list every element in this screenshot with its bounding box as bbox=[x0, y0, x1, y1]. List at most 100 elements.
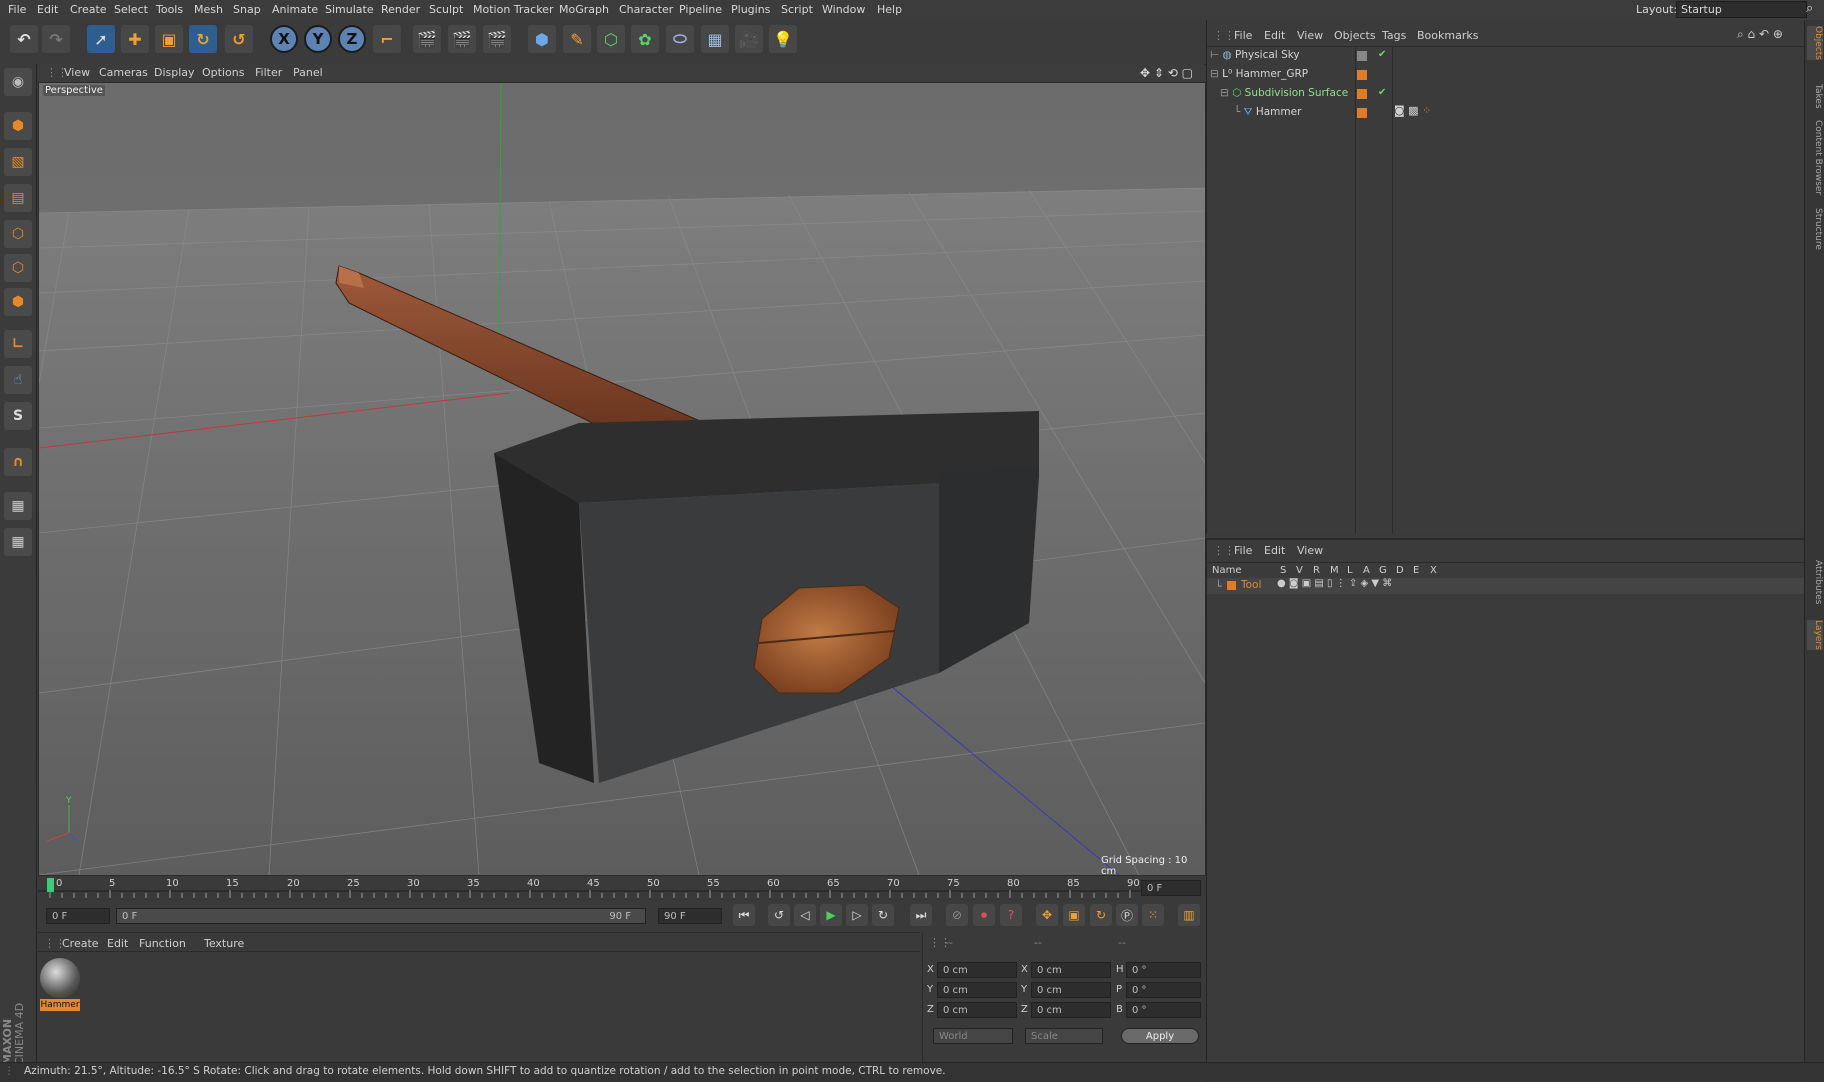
menu-sculpt[interactable]: Sculpt bbox=[429, 3, 463, 16]
tab-content-browser[interactable]: Content Browser bbox=[1807, 120, 1823, 195]
objmgr-menu-file[interactable]: File bbox=[1234, 29, 1252, 42]
objmgr-search-icon[interactable]: ⌕ ⌂ ↶ ⊕ bbox=[1737, 27, 1783, 42]
floor-icon[interactable]: ▦ bbox=[701, 25, 729, 53]
menu-mograph[interactable]: MoGraph bbox=[559, 3, 609, 16]
layer-row-tool[interactable]: └ Tool ● ◙ ▣ ▤ ▯ ⋮ ⇪ ◈ ▼ ⌘ bbox=[1207, 578, 1805, 594]
layout-select[interactable]: Startup bbox=[1676, 1, 1807, 18]
next-key-icon[interactable]: ↻ bbox=[872, 904, 894, 926]
cube-icon[interactable]: ⬢ bbox=[528, 25, 556, 53]
tab-objects[interactable]: Objects bbox=[1807, 26, 1823, 61]
axis-z-button[interactable]: Z bbox=[338, 25, 366, 53]
menu-select[interactable]: Select bbox=[114, 3, 148, 16]
timeline-ruler[interactable]: 0 5 10 15 20 25 30 35 40 45 50 55 60 65 … bbox=[38, 876, 1204, 900]
viewport-menu-filter[interactable]: Filter bbox=[255, 66, 282, 79]
visibility-check-icon[interactable]: ✔ bbox=[1378, 87, 1386, 98]
previous-key-icon[interactable]: ↺ bbox=[768, 904, 790, 926]
camera-icon[interactable]: 🎥 bbox=[735, 25, 763, 53]
magnet-icon[interactable]: ∩ bbox=[4, 448, 32, 476]
light-icon[interactable]: 💡 bbox=[769, 25, 797, 53]
layer-toggle-icons[interactable]: ● ◙ ▣ ▤ ▯ ⋮ ⇪ ◈ ▼ ⌘ bbox=[1277, 578, 1392, 589]
menu-help[interactable]: Help bbox=[877, 3, 902, 16]
subdivision-surface-icon[interactable]: ⬡ bbox=[597, 25, 625, 53]
viewport-menu-display[interactable]: Display bbox=[154, 66, 195, 79]
search-icon[interactable]: ⌕ bbox=[1806, 1, 1813, 16]
menu-file[interactable]: File bbox=[8, 3, 26, 16]
object-row-physical-sky[interactable]: ⊢ ◍ Physical Sky bbox=[1210, 49, 1300, 65]
coord-pos-z-field[interactable]: 0 cm bbox=[937, 1002, 1017, 1018]
apply-button[interactable]: Apply bbox=[1121, 1028, 1199, 1044]
go-to-start-icon[interactable]: ⏮ bbox=[733, 904, 755, 926]
key-rotation-icon[interactable]: ↻ bbox=[1090, 904, 1112, 926]
viewport-menu-view[interactable]: View bbox=[64, 66, 90, 79]
object-row-subdivision-surface[interactable]: ⊟ ⬡ Subdivision Surface bbox=[1220, 87, 1348, 103]
snap-icon[interactable]: S bbox=[4, 402, 32, 430]
tab-attributes[interactable]: Attributes bbox=[1807, 560, 1823, 604]
go-to-end-icon[interactable]: ⏭ bbox=[910, 904, 932, 926]
layer-swatch-hammer[interactable] bbox=[1357, 108, 1367, 118]
layer-swatch-sky[interactable] bbox=[1357, 51, 1367, 61]
viewport-menu-options[interactable]: Options bbox=[202, 66, 244, 79]
axis-x-button[interactable]: X bbox=[270, 25, 298, 53]
autokey-icon[interactable]: ⏺ bbox=[973, 904, 995, 926]
tab-takes[interactable]: Takes bbox=[1807, 84, 1823, 109]
menu-window[interactable]: Window bbox=[822, 3, 865, 16]
menu-render[interactable]: Render bbox=[381, 3, 420, 16]
material-menu-edit[interactable]: Edit bbox=[107, 937, 128, 950]
object-row-hammer[interactable]: └ ⛛ Hammer bbox=[1234, 106, 1301, 122]
workplane-lock-icon[interactable]: ▦ bbox=[4, 492, 32, 520]
material-menu-texture[interactable]: Texture bbox=[204, 937, 244, 950]
render-picture-viewer-icon[interactable]: 🎬 bbox=[448, 25, 476, 53]
visibility-check-icon[interactable]: ✔ bbox=[1378, 49, 1386, 60]
cloner-icon[interactable]: ✿ bbox=[631, 25, 659, 53]
axis-mode-icon[interactable]: ∟ bbox=[4, 330, 32, 358]
current-frame-field[interactable]: 0 F bbox=[1141, 880, 1201, 896]
recent-tool-icon[interactable]: ↺ bbox=[225, 25, 253, 53]
coord-pos-y-field[interactable]: 0 cm bbox=[937, 982, 1017, 998]
edges-mode-icon[interactable]: ⬡ bbox=[4, 254, 32, 282]
end-frame-field[interactable]: 90 F bbox=[658, 908, 722, 924]
planar-workplane-icon[interactable]: ▦ bbox=[4, 528, 32, 556]
objmgr-menu-view[interactable]: View bbox=[1297, 29, 1323, 42]
material-menu-function[interactable]: Function bbox=[139, 937, 186, 950]
axis-y-button[interactable]: Y bbox=[304, 25, 332, 53]
layer-color-swatch[interactable] bbox=[1227, 581, 1236, 590]
coord-size-y-field[interactable]: 0 cm bbox=[1031, 982, 1111, 998]
layermgr-menu-edit[interactable]: Edit bbox=[1264, 544, 1285, 557]
model-mode-icon[interactable]: ⬢ bbox=[4, 112, 32, 140]
redo-icon[interactable]: ↷ bbox=[42, 25, 70, 53]
layermgr-menu-view[interactable]: View bbox=[1297, 544, 1323, 557]
material-menu-create[interactable]: Create bbox=[62, 937, 99, 950]
key-position-icon[interactable]: ✥ bbox=[1036, 904, 1058, 926]
menu-simulate[interactable]: Simulate bbox=[325, 3, 374, 16]
objmgr-menu-bookmarks[interactable]: Bookmarks bbox=[1417, 29, 1478, 42]
frame-range-slider[interactable]: 0 F 90 F bbox=[116, 908, 646, 924]
menu-tools[interactable]: Tools bbox=[156, 3, 183, 16]
layer-name[interactable]: Tool bbox=[1241, 579, 1261, 591]
undo-icon[interactable]: ↶ bbox=[10, 25, 38, 53]
coord-size-z-field[interactable]: 0 cm bbox=[1031, 1002, 1111, 1018]
workplane-icon[interactable]: ▤ bbox=[4, 184, 32, 212]
move-tool-icon[interactable]: ✚ bbox=[121, 25, 149, 53]
viewport-nav-icons[interactable]: ✥ ⇕ ⟲ ▢ bbox=[1140, 66, 1193, 80]
coord-rot-b-field[interactable]: 0 ° bbox=[1126, 1002, 1201, 1018]
menu-animate[interactable]: Animate bbox=[272, 3, 318, 16]
coord-world-select[interactable]: World bbox=[933, 1028, 1013, 1044]
menu-motion-tracker[interactable]: Motion Tracker bbox=[473, 3, 553, 16]
key-scale-icon[interactable]: ▣ bbox=[1063, 904, 1085, 926]
scale-tool-icon[interactable]: ▣ bbox=[155, 25, 183, 53]
material-tag-icon[interactable]: ◙ ▩ ⁘ bbox=[1394, 104, 1431, 117]
record-keys-icon[interactable]: ⊘ bbox=[946, 904, 968, 926]
coord-rot-h-field[interactable]: 0 ° bbox=[1126, 962, 1201, 978]
render-view-icon[interactable]: 🎬 bbox=[413, 25, 441, 53]
previous-frame-icon[interactable]: ◁ bbox=[794, 904, 816, 926]
layer-swatch-grp[interactable] bbox=[1357, 70, 1367, 80]
tab-structure[interactable]: Structure bbox=[1807, 208, 1823, 250]
coord-pos-x-field[interactable]: 0 cm bbox=[937, 962, 1017, 978]
menu-snap[interactable]: Snap bbox=[233, 3, 261, 16]
select-tool-icon[interactable]: ➚ bbox=[87, 25, 115, 53]
objmgr-menu-edit[interactable]: Edit bbox=[1264, 29, 1285, 42]
start-frame-field[interactable]: 0 F bbox=[46, 908, 110, 924]
objmgr-menu-tags[interactable]: Tags bbox=[1382, 29, 1406, 42]
deformer-icon[interactable]: ⬭ bbox=[666, 25, 694, 53]
render-settings-icon[interactable]: 🎬 bbox=[483, 25, 511, 53]
